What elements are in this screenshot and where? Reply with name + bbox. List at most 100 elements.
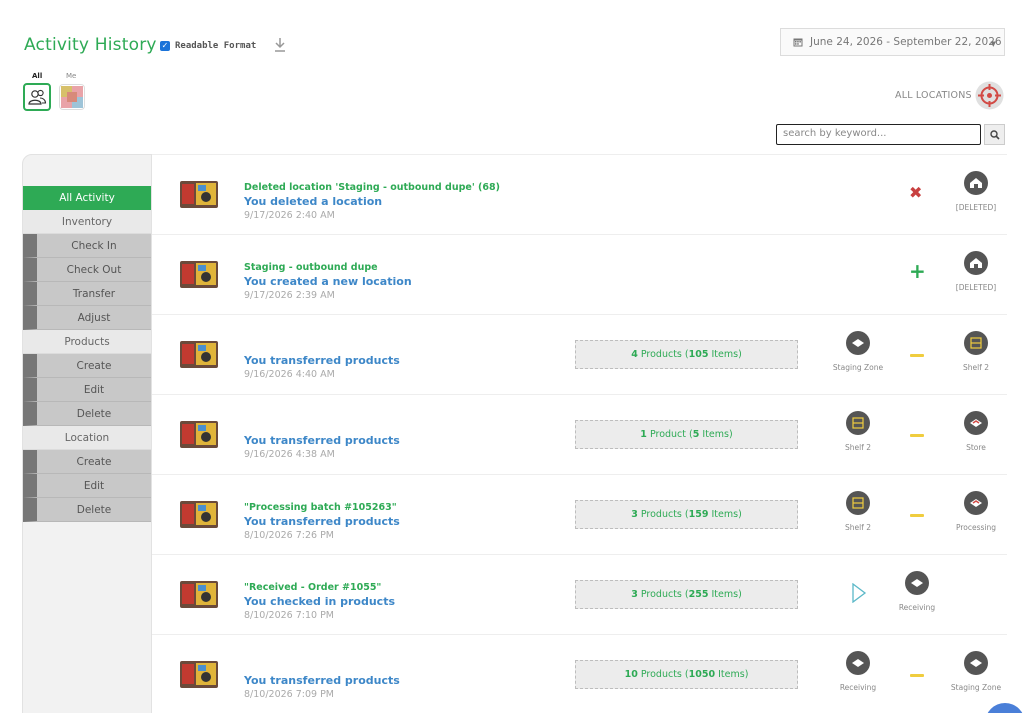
- location-destination: Staging Zone: [936, 651, 1016, 692]
- sidebar-item-products-delete[interactable]: Delete: [23, 402, 151, 426]
- sidebar-item-all-activity[interactable]: All Activity: [23, 186, 151, 210]
- activity-row[interactable]: Staging - outbound dupe You created a ne…: [152, 235, 1007, 315]
- search-input[interactable]: search by keyword...: [776, 124, 981, 145]
- location-label: [DELETED]: [955, 283, 997, 292]
- activity-time: 8/10/2026 7:10 PM: [244, 610, 335, 621]
- user-filter-all-button[interactable]: [23, 83, 51, 111]
- sidebar-item-products[interactable]: Products: [23, 330, 151, 354]
- transfer-arrow-icon: [910, 514, 924, 517]
- warehouse-icon: [964, 251, 988, 275]
- user-filter-all-label: All: [32, 72, 43, 80]
- shelf-icon: [846, 411, 870, 435]
- receiving-icon: [905, 571, 929, 595]
- activity-action: You checked in products: [244, 595, 396, 608]
- sidebar-item-location-create[interactable]: Create: [23, 450, 151, 474]
- store-icon: [964, 411, 988, 435]
- user-thumbnail-icon: [180, 661, 218, 688]
- activity-row[interactable]: You transferred products 9/16/2026 4:38 …: [152, 395, 1007, 475]
- location-destination: Store: [936, 411, 1016, 452]
- location-source: Staging Zone: [818, 331, 898, 372]
- location-label: Receiving: [898, 603, 936, 612]
- sidebar-item-check-in[interactable]: Check In: [23, 234, 151, 258]
- transfer-arrow-icon: [910, 434, 924, 437]
- location-label: Staging Zone: [832, 363, 884, 372]
- activity-row[interactable]: Deleted location 'Staging - outbound dup…: [152, 155, 1007, 235]
- plus-icon: +: [909, 259, 926, 283]
- location-label: [DELETED]: [955, 203, 997, 212]
- activity-action: You transferred products: [244, 515, 400, 528]
- download-icon[interactable]: [273, 37, 287, 53]
- activity-row[interactable]: "Received - Order #1055" You checked in …: [152, 555, 1007, 635]
- user-avatar-icon: [61, 86, 83, 108]
- readable-format-checkbox[interactable]: ✓: [160, 41, 170, 51]
- date-range-picker[interactable]: June 24, 2026 - September 22, 2026 ▼: [780, 28, 1005, 56]
- sidebar-item-products-edit[interactable]: Edit: [23, 378, 151, 402]
- staging-zone-icon: [846, 331, 870, 355]
- user-thumbnail-icon: [180, 421, 218, 448]
- location-destination: [DELETED]: [936, 251, 1016, 292]
- location-source: Shelf 2: [818, 491, 898, 532]
- activity-title: "Processing batch #105263": [244, 502, 397, 513]
- activity-action: You transferred products: [244, 434, 400, 447]
- activity-time: 9/17/2026 2:39 AM: [244, 290, 335, 301]
- products-summary-button[interactable]: 4 Products (105 Items): [575, 340, 798, 369]
- user-thumbnail-icon: [180, 261, 218, 288]
- activity-action: You transferred products: [244, 674, 400, 687]
- sidebar-item-location-delete[interactable]: Delete: [23, 498, 151, 522]
- products-summary-button[interactable]: 3 Products (255 Items): [575, 580, 798, 609]
- location-destination: [DELETED]: [936, 171, 1016, 212]
- activity-title: "Received - Order #1055": [244, 582, 382, 593]
- location-label: Shelf 2: [844, 443, 871, 452]
- user-filter-me-label: Me: [66, 72, 77, 80]
- location-label: Processing: [955, 523, 997, 532]
- staging-zone-icon: [964, 651, 988, 675]
- readable-format-toggle[interactable]: ✓ Readable Format: [160, 41, 256, 51]
- activity-time: 8/10/2026 7:26 PM: [244, 530, 335, 541]
- location-label: Shelf 2: [962, 363, 989, 372]
- location-destination: Shelf 2: [936, 331, 1016, 372]
- chevron-down-icon: ▼: [990, 40, 996, 48]
- user-filter-me-button[interactable]: [59, 84, 85, 110]
- activity-action: You deleted a location: [244, 195, 383, 208]
- activity-row[interactable]: You transferred products 8/10/2026 7:09 …: [152, 635, 1007, 713]
- search-icon: [989, 129, 1000, 140]
- location-destination: Receiving: [877, 571, 957, 612]
- calendar-icon: [793, 38, 803, 47]
- sidebar-item-products-create[interactable]: Create: [23, 354, 151, 378]
- products-summary-button[interactable]: 1 Product (5 Items): [575, 420, 798, 449]
- page-title: Activity History: [24, 35, 157, 55]
- shelf-icon: [846, 491, 870, 515]
- sidebar-item-location-edit[interactable]: Edit: [23, 474, 151, 498]
- location-destination: Processing: [936, 491, 1016, 532]
- sidebar-item-check-out[interactable]: Check Out: [23, 258, 151, 282]
- activity-row[interactable]: "Processing batch #105263" You transferr…: [152, 475, 1007, 555]
- sidebar-item-transfer[interactable]: Transfer: [23, 282, 151, 306]
- date-range-text: June 24, 2026 - September 22, 2026: [810, 36, 1002, 48]
- search-button[interactable]: [984, 124, 1005, 145]
- user-thumbnail-icon: [180, 341, 218, 368]
- x-icon: ✖: [909, 183, 923, 202]
- sidebar-item-inventory[interactable]: Inventory: [23, 210, 151, 234]
- sidebar-item-adjust[interactable]: Adjust: [23, 306, 151, 330]
- user-thumbnail-icon: [180, 501, 218, 528]
- processing-icon: [964, 491, 988, 515]
- sidebar-item-location[interactable]: Location: [23, 426, 151, 450]
- activity-time: 9/16/2026 4:38 AM: [244, 449, 335, 460]
- transfer-arrow-icon: [910, 354, 924, 357]
- activity-time: 8/10/2026 7:09 PM: [244, 689, 335, 700]
- products-summary-button[interactable]: 10 Products (1050 Items): [575, 660, 798, 689]
- readable-format-label: Readable Format: [175, 41, 257, 51]
- activity-action: You created a new location: [244, 275, 412, 288]
- users-icon: [28, 89, 47, 105]
- location-label: Store: [966, 443, 986, 452]
- activity-row[interactable]: You transferred products 9/16/2026 4:40 …: [152, 315, 1007, 395]
- products-summary-button[interactable]: 3 Products (159 Items): [575, 500, 798, 529]
- location-target-icon[interactable]: [975, 81, 1004, 110]
- all-locations-label[interactable]: ALL LOCATIONS: [895, 90, 972, 101]
- check-in-arrow-icon: [852, 583, 867, 603]
- user-thumbnail-icon: [180, 181, 218, 208]
- activity-action: You transferred products: [244, 354, 400, 367]
- location-label: Receiving: [839, 683, 877, 692]
- transfer-arrow-icon: [910, 674, 924, 677]
- activity-feed: Deleted location 'Staging - outbound dup…: [152, 154, 1007, 713]
